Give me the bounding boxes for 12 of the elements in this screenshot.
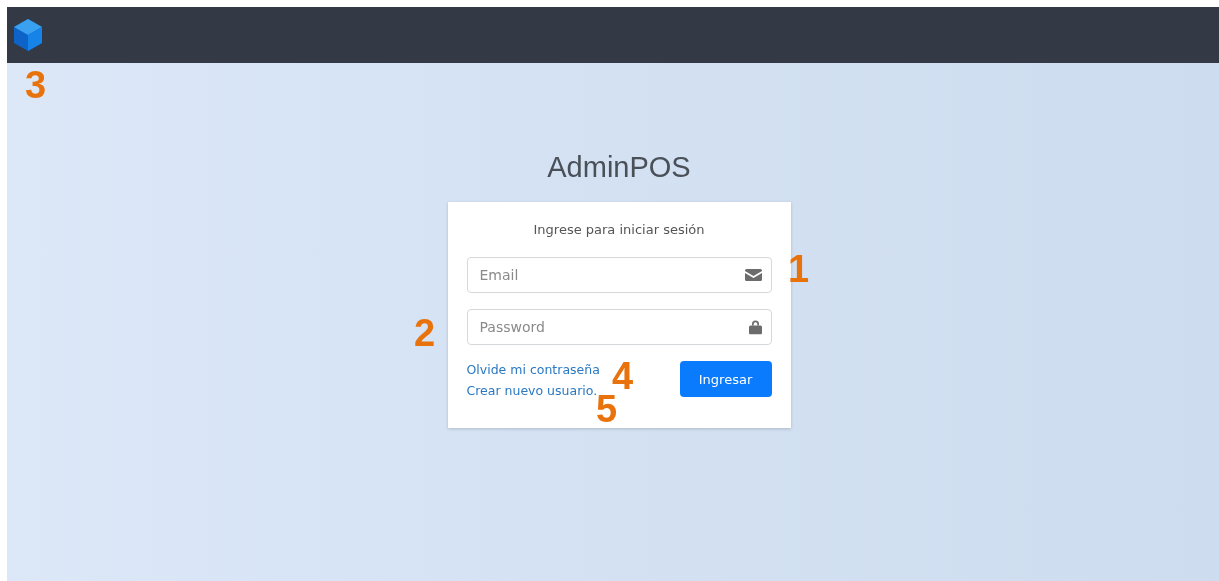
- password-field[interactable]: Password: [466, 309, 772, 345]
- lock-icon: [748, 319, 762, 335]
- app-title: AdminPOS: [547, 151, 691, 184]
- cube-logo-icon: [13, 19, 43, 51]
- forgot-password-link[interactable]: Olvide mi contraseña: [466, 362, 600, 377]
- annotation-number: 1: [788, 250, 810, 288]
- annotation-number: 3: [25, 66, 47, 104]
- annotation-number: 2: [414, 314, 436, 352]
- login-message: Ingrese para iniciar sesión: [532, 222, 706, 237]
- login-button[interactable]: Ingresar: [679, 361, 772, 397]
- email-field[interactable]: Email: [466, 257, 772, 293]
- envelope-icon: [744, 269, 762, 281]
